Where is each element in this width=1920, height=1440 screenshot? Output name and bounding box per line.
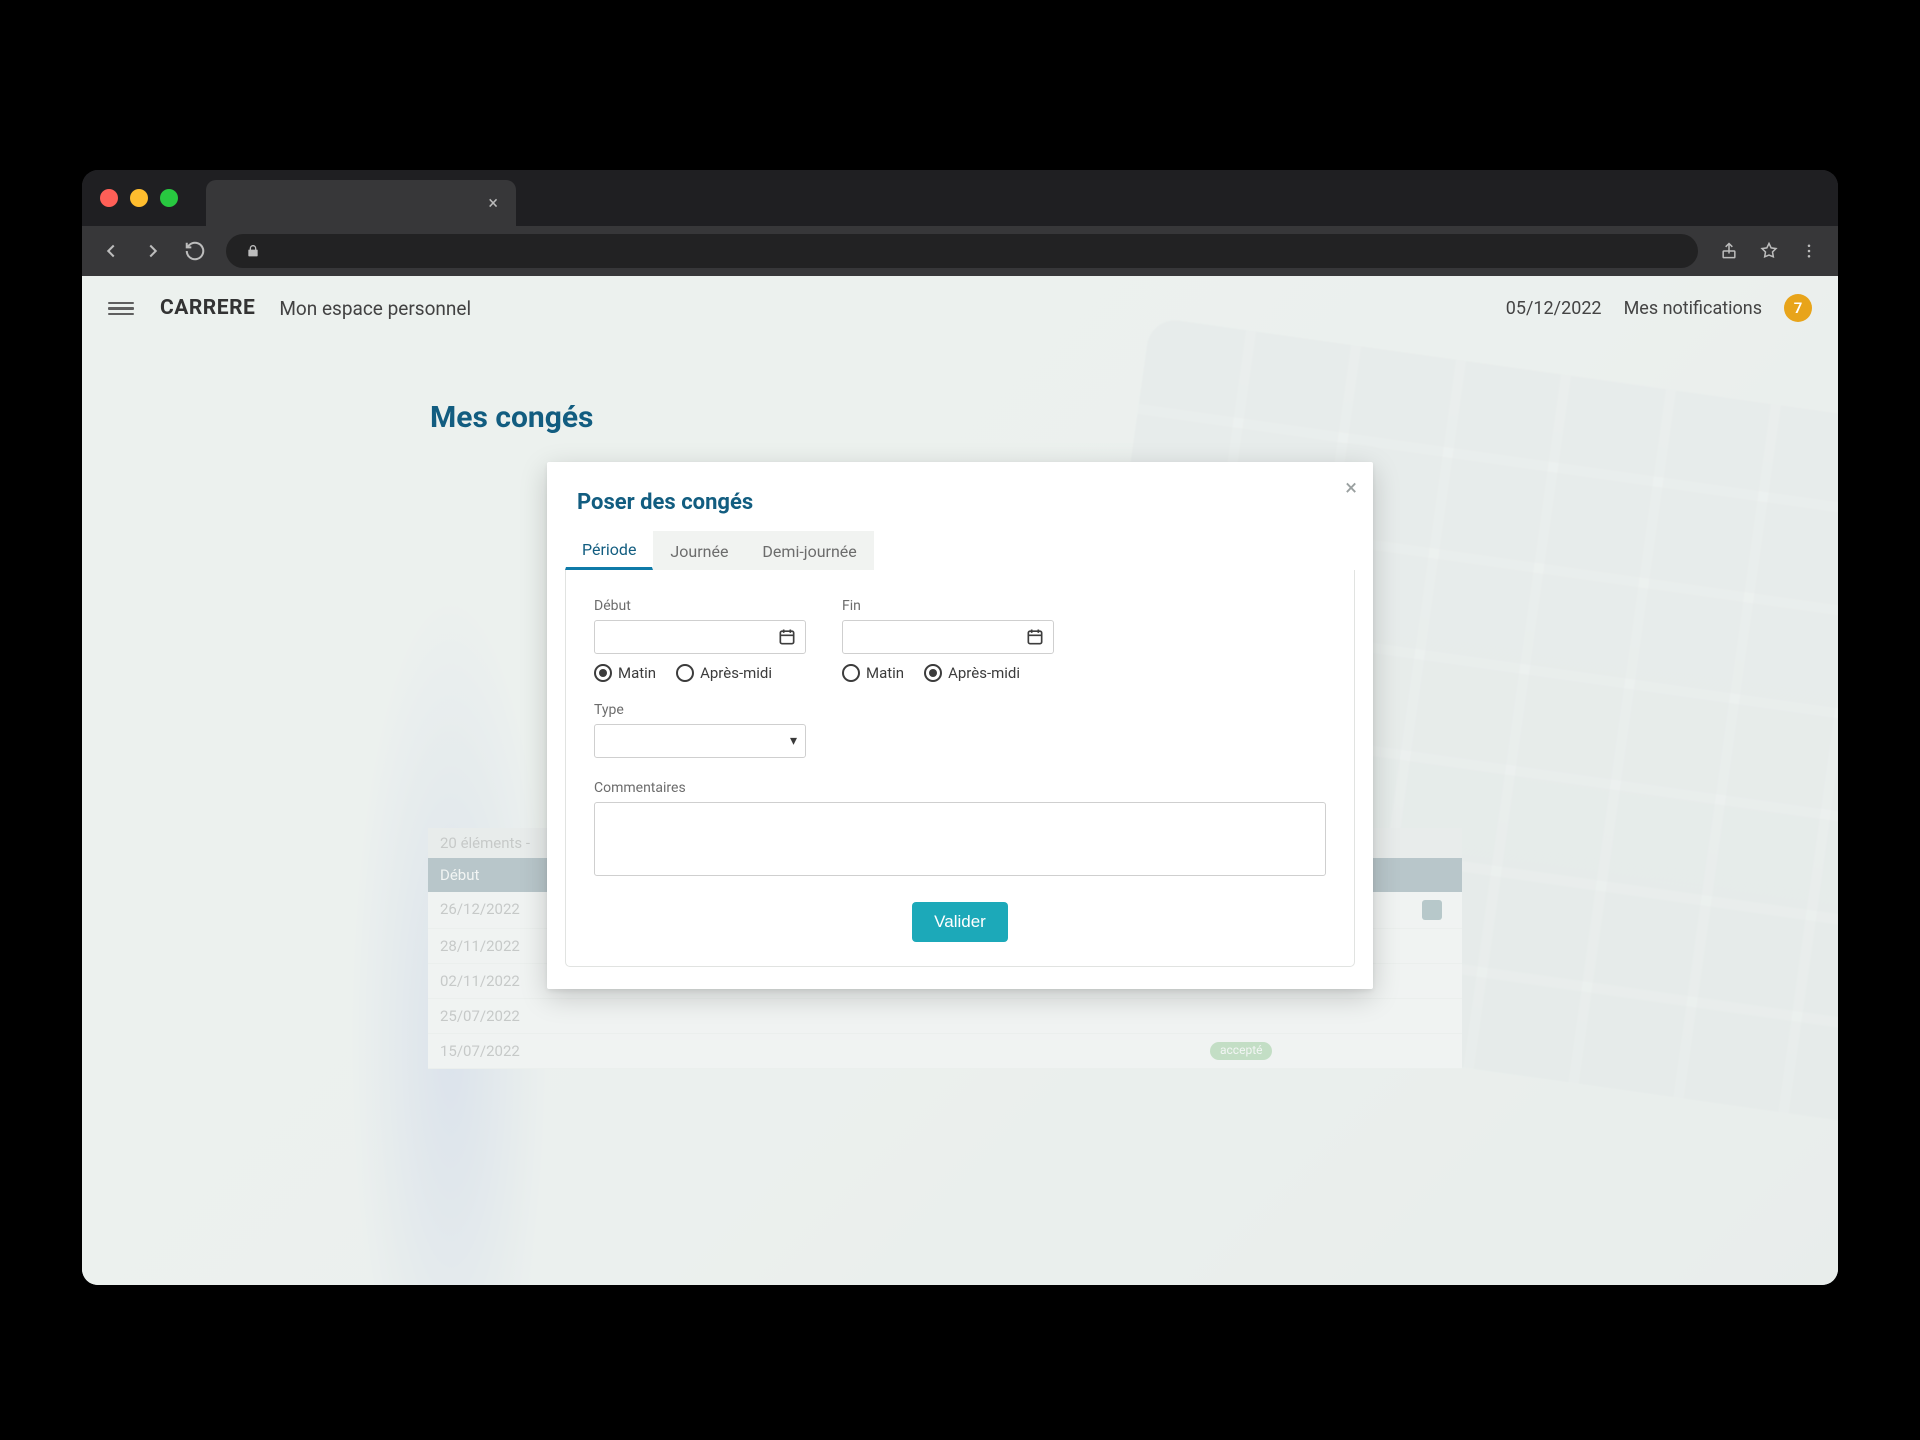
notifications-link[interactable]: Mes notifications [1624, 298, 1762, 319]
nav-reload-icon[interactable] [184, 240, 206, 262]
modal-form: Début Matin [565, 570, 1355, 967]
field-type: Type ▾ [594, 702, 806, 758]
label-debut: Début [594, 598, 806, 614]
radio-end-apresmidi[interactable]: Après-midi [924, 664, 1020, 682]
field-comments: Commentaires [594, 780, 1326, 880]
calendar-icon[interactable] [1025, 627, 1045, 647]
select-type[interactable]: ▾ [594, 724, 806, 758]
brand-name: CARRERE [160, 296, 255, 320]
modal-close-icon[interactable]: × [1345, 476, 1357, 501]
url-field[interactable] [226, 234, 1698, 268]
label-comments: Commentaires [594, 780, 1326, 796]
lock-icon [242, 240, 264, 262]
window-minimize-dot[interactable] [130, 189, 148, 207]
share-icon[interactable] [1718, 240, 1740, 262]
star-icon[interactable] [1758, 240, 1780, 262]
nav-back-icon[interactable] [100, 240, 122, 262]
submit-button[interactable]: Valider [912, 902, 1008, 942]
browser-tab-bar: × [82, 170, 1838, 226]
nav-forward-icon[interactable] [142, 240, 164, 262]
start-halfday-radios: Matin Après-midi [594, 664, 806, 682]
page-title: Mes congés [430, 400, 1838, 435]
window-maximize-dot[interactable] [160, 189, 178, 207]
page-viewport: CARRERE Mon espace personnel 05/12/2022 … [82, 276, 1838, 1285]
calendar-icon[interactable] [777, 627, 797, 647]
radio-label: Après-midi [700, 664, 772, 682]
field-fin: Fin Matin [842, 598, 1054, 682]
input-start-date[interactable] [594, 620, 806, 654]
label-fin: Fin [842, 598, 1054, 614]
modal-title: Poser des congés [547, 462, 1373, 529]
end-halfday-radios: Matin Après-midi [842, 664, 1054, 682]
window-close-dot[interactable] [100, 189, 118, 207]
browser-tab[interactable]: × [206, 180, 516, 226]
tab-periode[interactable]: Période [565, 529, 653, 570]
comments-textarea[interactable] [594, 802, 1326, 876]
field-debut: Début Matin [594, 598, 806, 682]
window-controls [100, 189, 178, 207]
hamburger-menu-icon[interactable] [108, 299, 134, 317]
input-end-date[interactable] [842, 620, 1054, 654]
notifications-count-badge[interactable]: 7 [1784, 294, 1812, 322]
radio-label: Matin [866, 664, 904, 682]
radio-start-apresmidi[interactable]: Après-midi [676, 664, 772, 682]
header-date: 05/12/2022 [1506, 298, 1602, 319]
kebab-menu-icon[interactable] [1798, 240, 1820, 262]
app-header: CARRERE Mon espace personnel 05/12/2022 … [82, 276, 1838, 340]
radio-label: Matin [618, 664, 656, 682]
radio-start-matin[interactable]: Matin [594, 664, 656, 682]
tab-close-icon[interactable]: × [488, 193, 498, 214]
modal-tabs: Période Journée Demi-journée [547, 529, 1373, 570]
label-type: Type [594, 702, 806, 718]
tab-journee[interactable]: Journée [653, 531, 745, 570]
browser-address-bar [82, 226, 1838, 276]
browser-frame: × [82, 170, 1838, 1285]
tab-demi-journee[interactable]: Demi-journée [745, 531, 873, 570]
chevron-down-icon: ▾ [790, 733, 797, 749]
radio-end-matin[interactable]: Matin [842, 664, 904, 682]
radio-label: Après-midi [948, 664, 1020, 682]
page-subtitle: Mon espace personnel [279, 297, 471, 320]
leave-request-modal: × Poser des congés Période Journée Demi-… [547, 462, 1373, 989]
